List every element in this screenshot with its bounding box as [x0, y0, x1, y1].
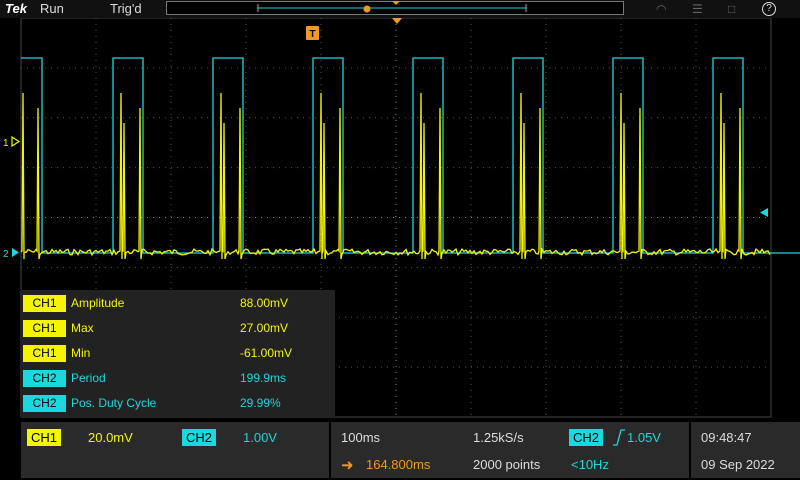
measurement-channel-badge: CH1: [23, 320, 66, 337]
record-length: 2000 points: [473, 457, 541, 472]
ch2-level-marker: 2: [3, 248, 19, 260]
datetime-panel: 09:48:47 09 Sep 2022: [691, 422, 800, 478]
trigger-frequency: <10Hz: [571, 457, 609, 472]
run-state-button[interactable]: Run: [40, 1, 64, 16]
measurement-value: 29.99%: [240, 396, 281, 410]
measurement-value: 88.00mV: [240, 296, 289, 310]
measurement-row[interactable]: CH2 Pos. Duty Cycle 29.99%: [23, 393, 333, 413]
measurement-channel-badge: CH1: [23, 345, 66, 362]
ch2-button[interactable]: CH2: [182, 429, 217, 446]
ch1-button[interactable]: CH1: [27, 429, 62, 446]
bottom-status-bar: CH1 20.0mV CH2 1.00V 100ms 1.25kS/s ➜ 16…: [0, 420, 800, 480]
measurement-row[interactable]: CH1 Min -61.00mV: [23, 343, 333, 363]
ch2-marker-label: 2: [3, 249, 9, 260]
trigger-position-icon: [363, 5, 371, 13]
ch1-level-marker: 1: [3, 135, 21, 149]
measurement-channel-badge: CH2: [23, 395, 66, 412]
wifi-icon: ◠: [656, 2, 667, 16]
ch1-vertical-scale[interactable]: 20.0mV: [88, 430, 133, 445]
tek-logo: Tek: [5, 1, 27, 16]
measurement-name: Pos. Duty Cycle: [71, 396, 157, 410]
trigger-t-icon: T: [306, 26, 319, 40]
horizontal-position[interactable]: 164.800ms: [366, 457, 430, 472]
trigger-state: Trig'd: [110, 1, 142, 16]
measurement-name: Min: [71, 346, 91, 360]
top-status-bar: Tek Run Trig'd ◠ ☰ □ ?: [0, 0, 800, 18]
measurement-name: Period: [71, 371, 106, 385]
trigger-source-badge[interactable]: CH2: [569, 429, 604, 446]
ch1-arrow-icon: [11, 135, 21, 148]
trigger-t-label: T: [309, 29, 315, 40]
channel-settings-panel[interactable]: CH1 20.0mV CH2 1.00V: [21, 422, 329, 478]
measurement-panel[interactable]: CH1 Amplitude 88.00mV CH1 Max 27.00mV CH…: [21, 290, 335, 417]
measurement-value: 199.9ms: [240, 371, 287, 385]
clock-time: 09:48:47: [701, 430, 752, 445]
clock-date: 09 Sep 2022: [701, 457, 775, 472]
measurement-row[interactable]: CH2 Period 199.9ms: [23, 368, 333, 388]
measurement-channel-badge: CH2: [23, 370, 66, 387]
measurement-name: Max: [71, 321, 94, 335]
measurement-name: Amplitude: [71, 296, 125, 310]
help-icon[interactable]: ?: [762, 2, 776, 16]
horizontal-position-arrow-icon: ➜: [341, 457, 354, 474]
ch2-arrow-icon: [12, 248, 19, 257]
measurement-row[interactable]: CH1 Amplitude 88.00mV: [23, 293, 333, 313]
trigger-level[interactable]: 1.05V: [627, 430, 661, 445]
measurement-value: 27.00mV: [240, 321, 289, 335]
expansion-point-icon: [392, 1, 400, 5]
measurement-channel-badge: CH1: [23, 295, 66, 312]
sample-rate: 1.25kS/s: [473, 430, 524, 445]
rising-edge-icon: [613, 429, 625, 446]
network-icon: ☰: [692, 2, 703, 16]
usb-icon: □: [728, 2, 736, 16]
measurement-value: -61.00mV: [240, 346, 293, 360]
record-overview-graphic: [257, 1, 527, 13]
waveform-record-overview[interactable]: [166, 1, 624, 15]
measurement-row[interactable]: CH1 Max 27.00mV: [23, 318, 333, 338]
ch2-vertical-scale[interactable]: 1.00V: [243, 430, 277, 445]
ch1-marker-label: 1: [3, 138, 9, 149]
horizontal-trigger-panel[interactable]: 100ms 1.25kS/s ➜ 164.800ms 2000 points C…: [331, 422, 689, 478]
timebase-scale[interactable]: 100ms: [341, 430, 380, 445]
